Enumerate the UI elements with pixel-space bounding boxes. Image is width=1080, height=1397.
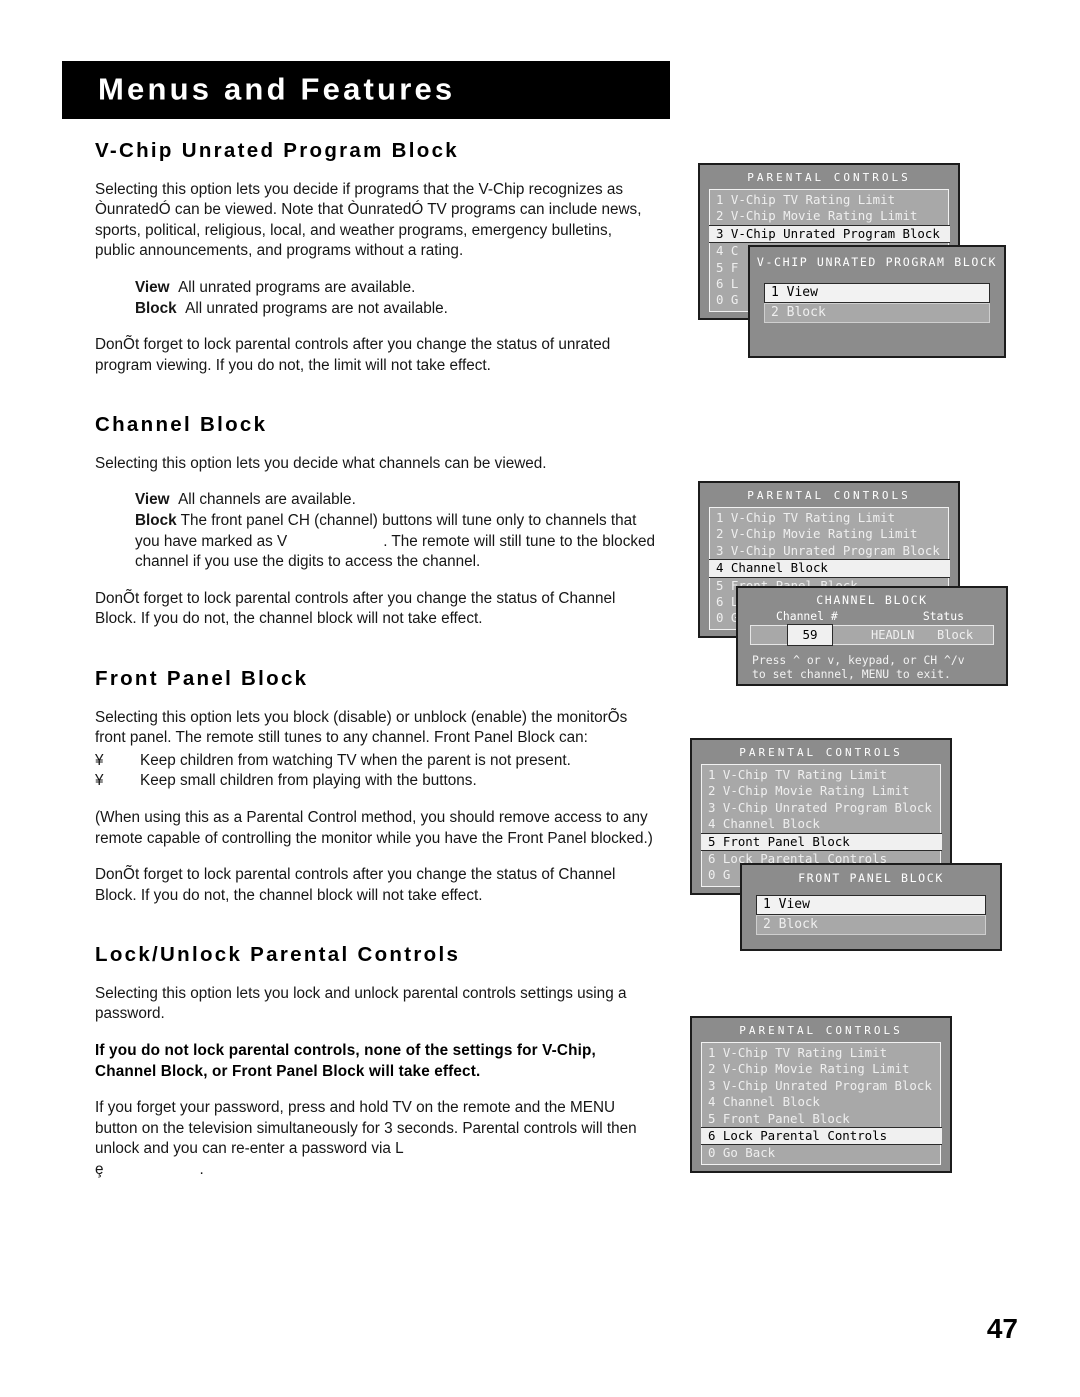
tail-glyph-icon: ȩ	[95, 1161, 104, 1178]
channel-name-label: HEADLN	[871, 628, 915, 642]
help-line-1: Press ^ or v, keypad, or CH ^/v	[752, 653, 965, 667]
dialog-option-block[interactable]: 2 Block	[756, 915, 986, 935]
section-intro-lock-unlock: Selecting this option lets you lock and …	[95, 984, 627, 1023]
section-heading-channel-block: Channel Block	[95, 413, 268, 437]
osd-menu-item-1[interactable]: 1 V-Chip TV Rating Limit	[702, 1045, 940, 1061]
dialog-title: FRONT PANEL BLOCK	[798, 871, 944, 885]
osd-menu-item-1[interactable]: 1 V-Chip TV Rating Limit	[702, 767, 940, 783]
section-intro-vchip-unrated: Selecting this option lets you decide if…	[95, 180, 642, 260]
definition-term: Block	[135, 299, 177, 317]
osd-menu-item-6-selected[interactable]: 6 Lock Parental Controls	[700, 1127, 942, 1146]
osd-menu-item-3[interactable]: 3 V-Chip Unrated Program Block	[702, 800, 940, 816]
dialog-title: CHANNEL BLOCK	[816, 593, 928, 607]
osd-panel-title: PARENTAL CONTROLS	[747, 171, 911, 184]
dialog-options: 1 View 2 Block	[764, 283, 990, 323]
definition-term: View	[135, 491, 170, 509]
page-header-banner: Menus and Features	[62, 61, 670, 119]
channel-block-row: 59 HEADLN Block	[750, 624, 994, 646]
definition-list-vchip-unrated: View All unrated programs are available.…	[135, 278, 655, 319]
list-item-text: Keep children from watching TV when the …	[140, 751, 571, 769]
front-panel-block-dialog: FRONT PANEL BLOCK 1 View 2 Block	[740, 863, 1002, 951]
tail-period: .	[199, 1161, 204, 1178]
osd-menu-item-2[interactable]: 2 V-Chip Movie Rating Limit	[710, 208, 948, 224]
channel-block-help-text: Press ^ or v, keypad, or CH ^/v to set ch…	[738, 645, 1006, 681]
channel-block-dialog: CHANNEL BLOCK Channel # Status 59 HEADLN…	[736, 586, 1008, 686]
section-closing-lock-unlock: If you forget your password, press and h…	[95, 1099, 637, 1158]
bullet-glyph-icon: ¥	[95, 772, 104, 790]
channel-block-column-headers: Channel # Status	[738, 609, 1006, 625]
section-tail-line: ȩ.	[95, 1160, 655, 1181]
osd-menu-list: 1 V-Chip TV Rating Limit 2 V-Chip Movie …	[700, 1042, 942, 1165]
help-line-2: to set channel, MENU to exit.	[752, 667, 951, 681]
osd-menu-item-2[interactable]: 2 V-Chip Movie Rating Limit	[702, 783, 940, 799]
definition-desc: All channels are available.	[178, 491, 356, 509]
section-heading-lock-unlock: Lock/Unlock Parental Controls	[95, 943, 461, 967]
bullet-glyph-icon: ¥	[95, 751, 104, 769]
section-closing-front-panel-block: DonÕt forget to lock parental controls a…	[95, 866, 616, 904]
list-item-text: Keep small children from playing with th…	[140, 772, 477, 790]
osd-menu-item-3[interactable]: 3 V-Chip Unrated Program Block	[710, 543, 948, 559]
section-heading-front-panel-block: Front Panel Block	[95, 667, 309, 690]
section-closing-channel-block: DonÕt forget to lock parental controls a…	[95, 589, 616, 628]
definition-row: View All channels are available.	[135, 490, 655, 511]
list-item: ¥ Keep children from watching TV when th…	[95, 751, 655, 772]
section-intro-front-panel-block: Selecting this option lets you block (di…	[95, 708, 628, 747]
body-text-column: V-Chip Unrated Program Block Selecting t…	[95, 139, 655, 1181]
osd-menu-item-2[interactable]: 2 V-Chip Movie Rating Limit	[702, 1061, 940, 1077]
section-heading-vchip-unrated: V-Chip Unrated Program Block	[95, 139, 459, 162]
osd-menu-item-0[interactable]: 0 Go Back	[702, 1145, 940, 1161]
definition-term: View	[135, 278, 170, 296]
manual-page: Menus and Features V-Chip Unrated Progra…	[0, 0, 1080, 1397]
definition-desc: All unrated programs are available.	[178, 278, 416, 296]
page-number: 47	[986, 1313, 1018, 1344]
osd-menu-item-4-selected[interactable]: 4 Channel Block	[708, 559, 950, 578]
definition-row: Block All unrated programs are not avail…	[135, 299, 655, 320]
channel-number-field[interactable]: 59	[787, 624, 833, 646]
vchip-unrated-dialog: V-CHIP UNRATED PROGRAM BLOCK 1 View 2 Bl…	[748, 245, 1006, 358]
dialog-option-view[interactable]: 1 View	[756, 895, 986, 915]
column-header-status: Status	[922, 609, 964, 623]
section-intro-channel-block: Selecting this option lets you decide wh…	[95, 454, 547, 472]
dialog-title: V-CHIP UNRATED PROGRAM BLOCK	[756, 255, 998, 269]
page-header-title: Menus and Features	[98, 71, 456, 107]
osd-menu-item-3[interactable]: 3 V-Chip Unrated Program Block	[702, 1078, 940, 1094]
osd-menu-item-4[interactable]: 4 Channel Block	[702, 816, 940, 832]
definition-list-channel-block: View All channels are available. Block T…	[135, 490, 655, 572]
osd-panel-title: PARENTAL CONTROLS	[747, 489, 911, 502]
section-closing-vchip-unrated: DonÕt forget to lock parental controls a…	[95, 336, 611, 374]
definition-row: Block The front panel CH (channel) butto…	[135, 511, 655, 573]
section-bold-warning: If you do not lock parental controls, no…	[95, 1042, 596, 1080]
dialog-option-view[interactable]: 1 View	[764, 283, 990, 303]
definition-desc: All unrated programs are not available.	[185, 299, 448, 317]
list-item: ¥ Keep small children from playing with …	[95, 771, 655, 792]
channel-status-value[interactable]: Block	[937, 628, 973, 642]
osd-menu-item-5[interactable]: 5 Front Panel Block	[702, 1111, 940, 1127]
column-header-channel: Channel #	[776, 609, 838, 623]
osd-menu-item-1[interactable]: 1 V-Chip TV Rating Limit	[710, 510, 948, 526]
parental-controls-panel: PARENTAL CONTROLS 1 V-Chip TV Rating Lim…	[690, 1016, 952, 1173]
definition-row: View All unrated programs are available.	[135, 278, 655, 299]
dialog-options: 1 View 2 Block	[756, 895, 986, 935]
osd-panel-title: PARENTAL CONTROLS	[739, 746, 903, 759]
osd-panel-title: PARENTAL CONTROLS	[739, 1024, 903, 1037]
dialog-option-block[interactable]: 2 Block	[764, 303, 990, 323]
osd-menu-item-4[interactable]: 4 Channel Block	[702, 1094, 940, 1110]
section-note-front-panel-block: (When using this as a Parental Control m…	[95, 808, 653, 847]
osd-menu-item-2[interactable]: 2 V-Chip Movie Rating Limit	[710, 526, 948, 542]
osd-menu-item-5-selected[interactable]: 5 Front Panel Block	[700, 832, 942, 852]
osd-menu-item-1[interactable]: 1 V-Chip TV Rating Limit	[710, 192, 948, 208]
definition-term: Block	[135, 512, 177, 530]
bullet-list-front-panel-block: ¥ Keep children from watching TV when th…	[95, 751, 655, 792]
osd-menu-item-3-selected[interactable]: 3 V-Chip Unrated Program Block	[708, 224, 950, 244]
